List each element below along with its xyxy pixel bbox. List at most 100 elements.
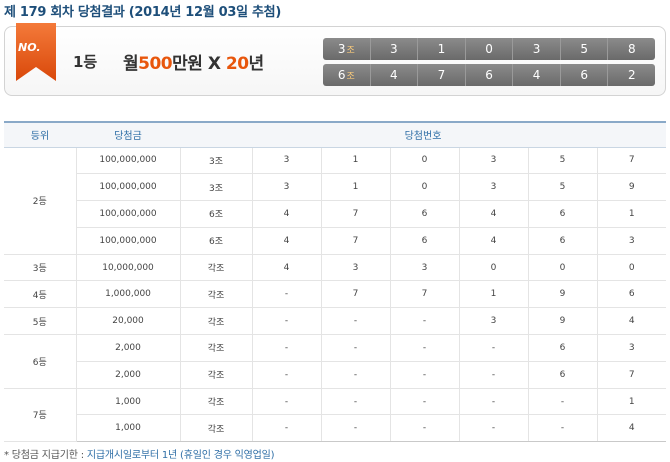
digit-cell: - — [251, 307, 321, 336]
digit-cell: - — [251, 280, 321, 309]
table-header-row: 등위 당첨금 당첨번호 — [4, 121, 666, 148]
digit-cell: 3 — [458, 307, 528, 336]
digit-cell: 4 — [596, 307, 666, 336]
prize-cell: 100,000,000 — [75, 173, 180, 202]
table-row: 100,000,000 3조 3 1 0 3 5 9 — [4, 173, 666, 202]
digit-cell: 4 — [596, 414, 666, 443]
table-row: 2등 100,000,000 3조 3 1 0 3 5 7 — [4, 147, 666, 255]
number-cell: 3 — [369, 38, 418, 60]
rank-cell: 7등 — [4, 388, 76, 443]
number-cell: 1 — [417, 38, 465, 60]
footnote-label: * 당첨금 지급기한 : — [4, 450, 87, 461]
group-cell: 3조 — [179, 173, 252, 202]
group-cell: 6조 — [179, 200, 252, 228]
table-row: 3등 10,000,000 각조 4 3 3 0 0 0 — [4, 254, 666, 282]
digit-cell: - — [389, 361, 459, 389]
header-rank: 등위 — [4, 121, 76, 148]
first-prize-amount: 월500만원 X 20년 — [123, 54, 264, 74]
digit-cell: 0 — [389, 173, 459, 202]
digit-cell: 3 — [251, 147, 321, 175]
results-body: 2등 100,000,000 3조 3 1 0 3 5 7 100,000,000 3조 3 1 0 3 5 9… — [4, 147, 666, 443]
digit-cell: 5 — [527, 147, 597, 175]
digit-cell: 3 — [596, 334, 666, 362]
digit-cell: 3 — [458, 147, 528, 175]
digit-cell: 7 — [596, 361, 666, 389]
digit-cell: - — [389, 388, 459, 416]
table-row: 7등 1,000 각조 - - - - -1 — [4, 388, 666, 443]
digit-cell: 0 — [458, 254, 528, 282]
header-prize: 당첨금 — [76, 121, 180, 148]
digit-cell: 6 — [596, 280, 666, 309]
table-row: 6등 2,000 각조 - - - -6 3 — [4, 334, 666, 389]
prize-cell: 2,000 — [75, 361, 180, 389]
table-row: 5등 20,000 각조 - - -3 9 4 — [4, 307, 666, 336]
digit-cell: 9 — [596, 173, 666, 202]
group-cell: 3조 — [337, 42, 355, 56]
digit-cell: - — [320, 414, 390, 443]
digit-cell: 1 — [320, 147, 390, 175]
digit-cell: - — [320, 307, 390, 336]
digit-cell: 0 — [527, 254, 597, 282]
digit-cell: - — [389, 307, 459, 336]
header-numbers: 당첨번호 — [180, 121, 666, 148]
prize-cell: 100,000,000 — [75, 200, 180, 228]
payout-footnote: * 당첨금 지급기한 : 지급개시일로부터 1년 (휴일인 경우 익영업일) — [4, 446, 275, 461]
prize-cell: 1,000 — [75, 414, 180, 443]
digit-cell: 4 — [458, 200, 528, 228]
digit-cell: 1 — [320, 173, 390, 202]
digit-cell: 1 — [596, 200, 666, 228]
digit-cell: 6 — [527, 361, 597, 389]
group-cell: 각조 — [179, 334, 252, 362]
digit-cell: 6 — [389, 200, 459, 228]
digit-cell: 3 — [320, 254, 390, 282]
group-cell: 각조 — [179, 361, 252, 389]
digit-cell: - — [389, 414, 459, 443]
rank-cell: 6등 — [4, 334, 76, 389]
digit-cell: 7 — [320, 227, 390, 255]
digit-cell: 4 — [251, 254, 321, 282]
digit-cell: 9 — [527, 280, 597, 309]
digit-cell: 9 — [527, 307, 597, 336]
digit-cell: 4 — [251, 200, 321, 228]
digit-cell: 6 — [527, 200, 597, 228]
winning-number-row: 3조 3 1 0 3 5 8 — [323, 38, 655, 60]
digit-cell: 3 — [458, 173, 528, 202]
group-cell: 각조 — [179, 307, 252, 336]
digit-cell: 7 — [596, 147, 666, 175]
ribbon-label: NO. — [18, 41, 41, 54]
digit-cell: 7 — [389, 280, 459, 309]
digit-cell: - — [527, 414, 597, 443]
digit-cell: - — [251, 388, 321, 416]
group-cell: 각조 — [179, 388, 252, 416]
digit-cell: - — [389, 334, 459, 362]
page-title: 제 179 회차 당첨결과 (2014년 12월 03일 추첨) — [4, 5, 281, 20]
rank-cell: 4등 — [4, 280, 76, 309]
number-cell: 8 — [607, 38, 655, 60]
digit-cell: 3 — [251, 173, 321, 202]
prize-cell: 1,000,000 — [75, 280, 180, 309]
prize-cell: 100,000,000 — [75, 147, 180, 175]
digit-cell: 1 — [458, 280, 528, 309]
digit-cell: 6 — [527, 227, 597, 255]
group-cell: 각조 — [179, 414, 252, 443]
table-row: 4등 1,000,000 각조 -7 7 1 9 6 — [4, 280, 666, 309]
number-cell: 4 — [369, 64, 418, 86]
digit-cell: 4 — [458, 227, 528, 255]
winning-numbers: 3조 3 1 0 3 5 8 6조 4 7 6 4 6 2 — [323, 38, 655, 90]
footnote-value: 지급개시일로부터 1년 (휴일인 경우 익영업일) — [86, 450, 275, 461]
digit-cell: - — [251, 334, 321, 362]
table-row: 100,000,000 6조 4 7 6 4 6 3 — [4, 227, 666, 255]
prize-cell: 1,000 — [75, 388, 180, 416]
group-cell: 각조 — [179, 280, 252, 309]
number-cell: 4 — [512, 64, 560, 86]
digit-cell: 6 — [527, 334, 597, 362]
digit-cell: 3 — [389, 254, 459, 282]
number-cell: 3 — [512, 38, 560, 60]
digit-cell: - — [458, 414, 528, 443]
table-row: 1,000 각조 - - - - -4 — [4, 414, 666, 443]
digit-cell: - — [458, 361, 528, 389]
rank-cell: 2등 — [4, 147, 76, 255]
number-cell: 6 — [464, 64, 513, 86]
digit-cell: 7 — [320, 280, 390, 309]
winning-number-row: 6조 4 7 6 4 6 2 — [323, 64, 655, 86]
